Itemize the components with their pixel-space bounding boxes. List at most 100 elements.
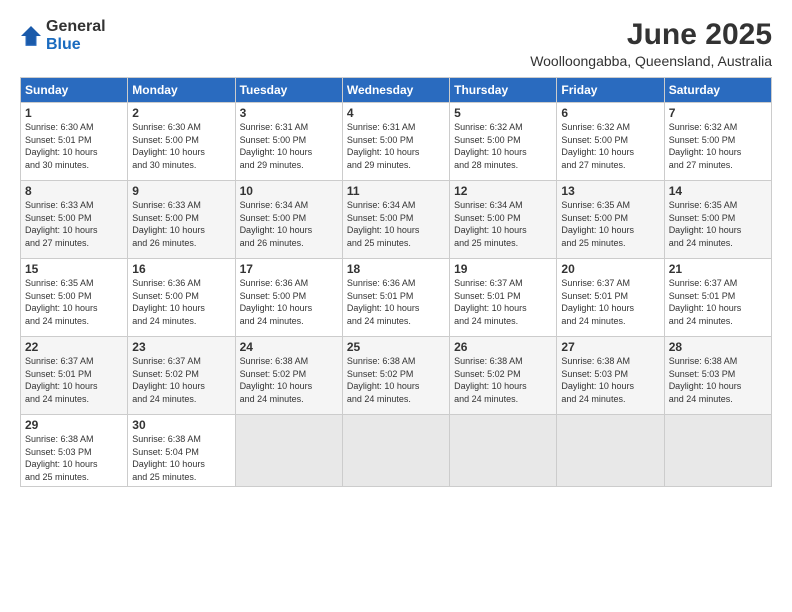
col-thursday: Thursday: [450, 78, 557, 103]
day-number: 27: [561, 340, 659, 354]
col-friday: Friday: [557, 78, 664, 103]
day-info: Sunrise: 6:37 AM Sunset: 5:02 PM Dayligh…: [132, 355, 230, 405]
table-row: 24Sunrise: 6:38 AM Sunset: 5:02 PM Dayli…: [235, 337, 342, 415]
day-info: Sunrise: 6:38 AM Sunset: 5:03 PM Dayligh…: [25, 433, 123, 483]
day-info: Sunrise: 6:37 AM Sunset: 5:01 PM Dayligh…: [561, 277, 659, 327]
day-info: Sunrise: 6:31 AM Sunset: 5:00 PM Dayligh…: [240, 121, 338, 171]
day-number: 7: [669, 106, 767, 120]
table-row: 25Sunrise: 6:38 AM Sunset: 5:02 PM Dayli…: [342, 337, 449, 415]
table-row: 3Sunrise: 6:31 AM Sunset: 5:00 PM Daylig…: [235, 103, 342, 181]
day-number: 6: [561, 106, 659, 120]
day-number: 16: [132, 262, 230, 276]
table-row: 4Sunrise: 6:31 AM Sunset: 5:00 PM Daylig…: [342, 103, 449, 181]
table-row: 14Sunrise: 6:35 AM Sunset: 5:00 PM Dayli…: [664, 181, 771, 259]
day-info: Sunrise: 6:35 AM Sunset: 5:00 PM Dayligh…: [561, 199, 659, 249]
day-info: Sunrise: 6:37 AM Sunset: 5:01 PM Dayligh…: [669, 277, 767, 327]
day-info: Sunrise: 6:38 AM Sunset: 5:02 PM Dayligh…: [454, 355, 552, 405]
col-sunday: Sunday: [21, 78, 128, 103]
day-number: 14: [669, 184, 767, 198]
table-row: 19Sunrise: 6:37 AM Sunset: 5:01 PM Dayli…: [450, 259, 557, 337]
day-number: 2: [132, 106, 230, 120]
day-info: Sunrise: 6:31 AM Sunset: 5:00 PM Dayligh…: [347, 121, 445, 171]
day-number: 11: [347, 184, 445, 198]
day-number: 12: [454, 184, 552, 198]
day-info: Sunrise: 6:36 AM Sunset: 5:00 PM Dayligh…: [240, 277, 338, 327]
table-row: 17Sunrise: 6:36 AM Sunset: 5:00 PM Dayli…: [235, 259, 342, 337]
day-number: 28: [669, 340, 767, 354]
table-row: 8Sunrise: 6:33 AM Sunset: 5:00 PM Daylig…: [21, 181, 128, 259]
day-info: Sunrise: 6:35 AM Sunset: 5:00 PM Dayligh…: [669, 199, 767, 249]
table-row: 2Sunrise: 6:30 AM Sunset: 5:00 PM Daylig…: [128, 103, 235, 181]
day-info: Sunrise: 6:32 AM Sunset: 5:00 PM Dayligh…: [454, 121, 552, 171]
logo-icon: [20, 25, 42, 47]
table-row: 9Sunrise: 6:33 AM Sunset: 5:00 PM Daylig…: [128, 181, 235, 259]
day-info: Sunrise: 6:33 AM Sunset: 5:00 PM Dayligh…: [25, 199, 123, 249]
table-row: 10Sunrise: 6:34 AM Sunset: 5:00 PM Dayli…: [235, 181, 342, 259]
logo-text: General Blue: [46, 18, 106, 54]
day-number: 13: [561, 184, 659, 198]
table-row: 15Sunrise: 6:35 AM Sunset: 5:00 PM Dayli…: [21, 259, 128, 337]
day-info: Sunrise: 6:35 AM Sunset: 5:00 PM Dayligh…: [25, 277, 123, 327]
col-wednesday: Wednesday: [342, 78, 449, 103]
table-row: 27Sunrise: 6:38 AM Sunset: 5:03 PM Dayli…: [557, 337, 664, 415]
day-number: 9: [132, 184, 230, 198]
day-info: Sunrise: 6:34 AM Sunset: 5:00 PM Dayligh…: [240, 199, 338, 249]
day-info: Sunrise: 6:34 AM Sunset: 5:00 PM Dayligh…: [454, 199, 552, 249]
month-title: June 2025: [530, 18, 772, 51]
day-info: Sunrise: 6:37 AM Sunset: 5:01 PM Dayligh…: [25, 355, 123, 405]
table-row: [235, 415, 342, 487]
col-monday: Monday: [128, 78, 235, 103]
day-number: 19: [454, 262, 552, 276]
day-number: 15: [25, 262, 123, 276]
day-info: Sunrise: 6:37 AM Sunset: 5:01 PM Dayligh…: [454, 277, 552, 327]
title-block: June 2025 Woolloongabba, Queensland, Aus…: [530, 18, 772, 69]
day-info: Sunrise: 6:33 AM Sunset: 5:00 PM Dayligh…: [132, 199, 230, 249]
day-number: 18: [347, 262, 445, 276]
table-row: 26Sunrise: 6:38 AM Sunset: 5:02 PM Dayli…: [450, 337, 557, 415]
table-row: 29Sunrise: 6:38 AM Sunset: 5:03 PM Dayli…: [21, 415, 128, 487]
table-row: 20Sunrise: 6:37 AM Sunset: 5:01 PM Dayli…: [557, 259, 664, 337]
table-row: 1Sunrise: 6:30 AM Sunset: 5:01 PM Daylig…: [21, 103, 128, 181]
day-info: Sunrise: 6:38 AM Sunset: 5:03 PM Dayligh…: [669, 355, 767, 405]
calendar-header-row: Sunday Monday Tuesday Wednesday Thursday…: [21, 78, 772, 103]
table-row: 5Sunrise: 6:32 AM Sunset: 5:00 PM Daylig…: [450, 103, 557, 181]
day-info: Sunrise: 6:36 AM Sunset: 5:00 PM Dayligh…: [132, 277, 230, 327]
day-info: Sunrise: 6:30 AM Sunset: 5:00 PM Dayligh…: [132, 121, 230, 171]
table-row: [342, 415, 449, 487]
table-row: 21Sunrise: 6:37 AM Sunset: 5:01 PM Dayli…: [664, 259, 771, 337]
day-info: Sunrise: 6:34 AM Sunset: 5:00 PM Dayligh…: [347, 199, 445, 249]
table-row: 13Sunrise: 6:35 AM Sunset: 5:00 PM Dayli…: [557, 181, 664, 259]
day-number: 5: [454, 106, 552, 120]
table-row: 23Sunrise: 6:37 AM Sunset: 5:02 PM Dayli…: [128, 337, 235, 415]
day-number: 22: [25, 340, 123, 354]
day-number: 17: [240, 262, 338, 276]
location-title: Woolloongabba, Queensland, Australia: [530, 53, 772, 69]
day-number: 25: [347, 340, 445, 354]
day-info: Sunrise: 6:38 AM Sunset: 5:02 PM Dayligh…: [347, 355, 445, 405]
day-info: Sunrise: 6:38 AM Sunset: 5:02 PM Dayligh…: [240, 355, 338, 405]
table-row: 11Sunrise: 6:34 AM Sunset: 5:00 PM Dayli…: [342, 181, 449, 259]
day-info: Sunrise: 6:38 AM Sunset: 5:03 PM Dayligh…: [561, 355, 659, 405]
table-row: 30Sunrise: 6:38 AM Sunset: 5:04 PM Dayli…: [128, 415, 235, 487]
day-info: Sunrise: 6:32 AM Sunset: 5:00 PM Dayligh…: [561, 121, 659, 171]
day-number: 10: [240, 184, 338, 198]
day-info: Sunrise: 6:30 AM Sunset: 5:01 PM Dayligh…: [25, 121, 123, 171]
day-number: 30: [132, 418, 230, 432]
logo-blue: Blue: [46, 36, 81, 53]
day-info: Sunrise: 6:36 AM Sunset: 5:01 PM Dayligh…: [347, 277, 445, 327]
table-row: 16Sunrise: 6:36 AM Sunset: 5:00 PM Dayli…: [128, 259, 235, 337]
table-row: 28Sunrise: 6:38 AM Sunset: 5:03 PM Dayli…: [664, 337, 771, 415]
day-number: 24: [240, 340, 338, 354]
day-number: 1: [25, 106, 123, 120]
day-info: Sunrise: 6:38 AM Sunset: 5:04 PM Dayligh…: [132, 433, 230, 483]
logo-general: General: [46, 18, 106, 35]
table-row: [450, 415, 557, 487]
day-number: 20: [561, 262, 659, 276]
day-number: 4: [347, 106, 445, 120]
table-row: 18Sunrise: 6:36 AM Sunset: 5:01 PM Dayli…: [342, 259, 449, 337]
day-number: 29: [25, 418, 123, 432]
calendar: Sunday Monday Tuesday Wednesday Thursday…: [20, 77, 772, 487]
table-row: 7Sunrise: 6:32 AM Sunset: 5:00 PM Daylig…: [664, 103, 771, 181]
col-saturday: Saturday: [664, 78, 771, 103]
day-info: Sunrise: 6:32 AM Sunset: 5:00 PM Dayligh…: [669, 121, 767, 171]
